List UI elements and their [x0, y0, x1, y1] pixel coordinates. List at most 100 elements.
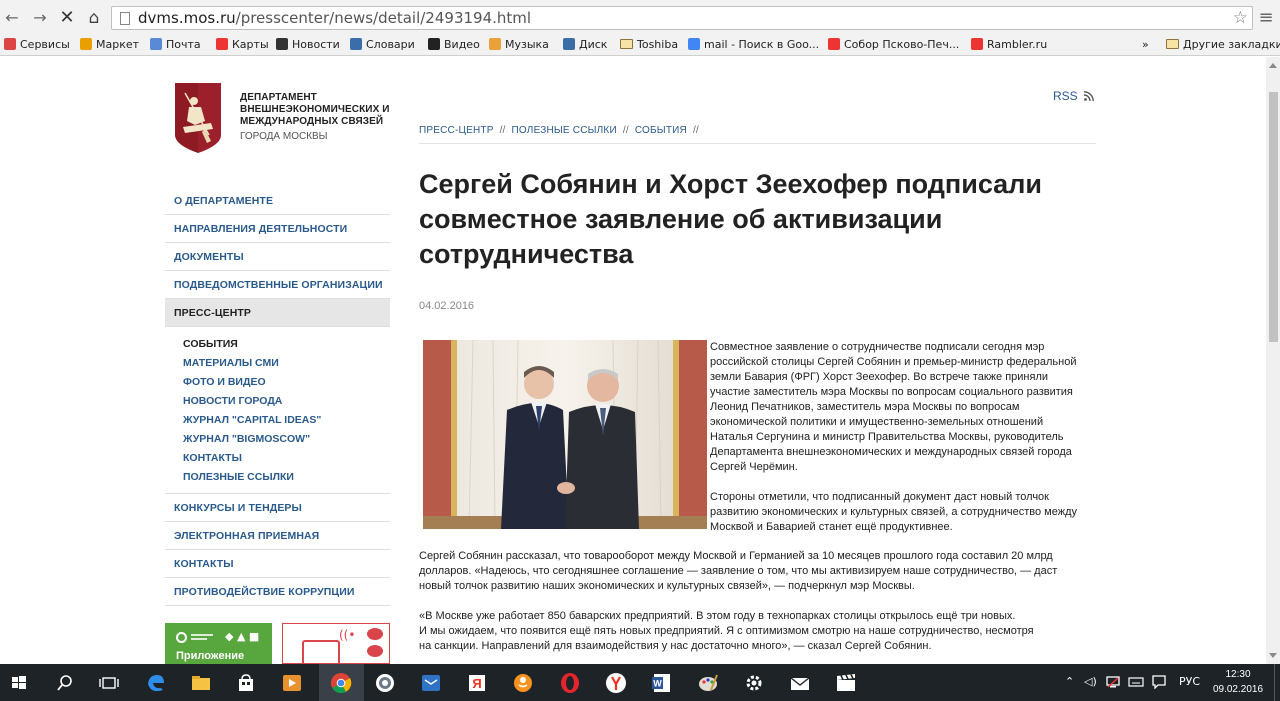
- menu-item-tenders[interactable]: КОНКУРСЫ И ТЕНДЕРЫ: [165, 494, 390, 522]
- bookmark-label: Видео: [444, 38, 480, 51]
- network-icon[interactable]: [1106, 676, 1120, 688]
- url-host: dvms.mos.ru: [138, 9, 236, 27]
- bookmark-item[interactable]: Rambler.ru: [971, 38, 1047, 52]
- scrollbar-thumb[interactable]: [1269, 92, 1278, 342]
- media-player-icon[interactable]: [279, 670, 305, 696]
- other-bookmarks-folder[interactable]: Другие закладки: [1166, 38, 1280, 52]
- mail-icon: [150, 38, 162, 50]
- bookmarks-bar: Сервисы Маркет Почта Карты Новости Словари Вид…: [0, 35, 1280, 56]
- menu-item-organizations[interactable]: ПОДВЕДОМСТВЕННЫЕ ОРГАНИЗАЦИИ: [165, 271, 390, 299]
- bookmark-label: Диск: [579, 38, 608, 51]
- services-banner[interactable]: ((•: [282, 623, 390, 664]
- odnoklassniki-icon[interactable]: [510, 670, 536, 696]
- action-center-icon[interactable]: [1152, 675, 1166, 689]
- moscow-coat-of-arms-logo[interactable]: [175, 83, 221, 153]
- windows-start-icon[interactable]: [6, 670, 32, 696]
- tray-chevron-up-icon[interactable]: ⌃: [1065, 675, 1074, 688]
- forward-arrow-icon[interactable]: →: [30, 8, 50, 28]
- department-name[interactable]: ДЕПАРТАМЕНТ ВНЕШНЕЭКОНОМИЧЕСКИХ И МЕЖДУН…: [240, 92, 390, 128]
- breadcrumb-press-center[interactable]: ПРЕСС-ЦЕНТР: [419, 125, 494, 136]
- app-circle-icon[interactable]: [372, 670, 398, 696]
- breadcrumb-separator: //: [622, 125, 629, 136]
- text-line: «В Москве уже работает 850 баварских пре…: [419, 610, 1016, 622]
- menu-item-press-center[interactable]: ПРЕСС-ЦЕНТР: [165, 299, 390, 327]
- menu-icon[interactable]: ≡: [1256, 8, 1276, 28]
- bookmark-item[interactable]: Музыка: [489, 38, 549, 52]
- menu-item-directions[interactable]: НАПРАВЛЕНИЯ ДЕЯТЕЛЬНОСТИ: [165, 215, 390, 243]
- bookmark-item[interactable]: Собор Псково-Печ...: [828, 38, 959, 52]
- bookmark-item[interactable]: Словари: [350, 38, 415, 52]
- dept-name-line: МЕЖДУНАРОДНЫХ СВЯЗЕЙ: [240, 116, 384, 127]
- menu-item-contacts[interactable]: КОНТАКТЫ: [165, 550, 390, 578]
- bookmark-item[interactable]: Маркет: [80, 38, 139, 52]
- search-icon[interactable]: [52, 670, 78, 696]
- movie-maker-icon[interactable]: [833, 670, 859, 696]
- page-icon: [120, 12, 130, 25]
- yandex-icon[interactable]: Я: [464, 670, 490, 696]
- submenu-item-contacts[interactable]: КОНТАКТЫ: [183, 449, 390, 468]
- submenu-item-useful-links[interactable]: ПОЛЕЗНЫЕ ССЫЛКИ: [183, 468, 390, 487]
- menu-item-e-reception[interactable]: ЭЛЕКТРОННАЯ ПРИЕМНАЯ: [165, 522, 390, 550]
- volume-icon[interactable]: ◁): [1084, 675, 1097, 688]
- folder-icon: [1166, 39, 1179, 49]
- scroll-up-arrow-icon[interactable]: [1269, 63, 1277, 68]
- bookmark-item[interactable]: Диск: [563, 38, 607, 52]
- breadcrumb-useful-links[interactable]: ПОЛЕЗНЫЕ ССЫЛКИ: [512, 125, 617, 136]
- bookmark-item[interactable]: Почта: [150, 38, 201, 52]
- bookmark-item[interactable]: Новости: [276, 38, 340, 52]
- paint-icon[interactable]: [695, 670, 721, 696]
- input-language[interactable]: РУС: [1179, 675, 1200, 688]
- bookmark-item[interactable]: Видео: [428, 38, 480, 52]
- mail-envelope-icon[interactable]: [787, 670, 813, 696]
- dept-name-line: ВНЕШНЕЭКОНОМИЧЕСКИХ И: [240, 104, 390, 115]
- video-icon: [428, 38, 440, 50]
- address-bar[interactable]: dvms.mos.ru/presscenter/news/detail/2493…: [111, 6, 1253, 30]
- opera-icon[interactable]: [557, 670, 583, 696]
- rss-icon: [1083, 91, 1094, 102]
- department-city: ГОРОДА МОСКВЫ: [240, 131, 328, 142]
- submenu-item-events[interactable]: СОБЫТИЯ: [183, 335, 390, 354]
- submenu-item-media[interactable]: МАТЕРИАЛЫ СМИ: [183, 354, 390, 373]
- bookmark-label: Музыка: [505, 38, 549, 51]
- file-explorer-icon[interactable]: [188, 670, 214, 696]
- submenu-item-photo-video[interactable]: ФОТО И ВИДЕО: [183, 373, 390, 392]
- submenu-item-bigmoscow[interactable]: ЖУРНАЛ "BIGMOSCOW": [183, 430, 390, 449]
- home-icon[interactable]: ⌂: [84, 8, 104, 28]
- word-icon[interactable]: W: [649, 670, 675, 696]
- dept-name-line: ДЕПАРТАМЕНТ: [240, 92, 317, 103]
- more-bookmarks-button[interactable]: »: [1142, 38, 1149, 52]
- show-desktop-button[interactable]: [1274, 664, 1275, 701]
- bookmark-item[interactable]: mail - Поиск в Goo...: [688, 38, 819, 52]
- settings-gear-icon[interactable]: [741, 670, 767, 696]
- bookmark-item[interactable]: Toshiba: [620, 38, 678, 52]
- scroll-down-arrow-icon[interactable]: [1269, 653, 1277, 658]
- submenu-item-city-news[interactable]: НОВОСТИ ГОРОДА: [183, 392, 390, 411]
- other-bookmarks-label: Другие закладки: [1183, 38, 1280, 51]
- system-clock[interactable]: 12:30 09.02.2016: [1212, 667, 1264, 697]
- yandex-browser-icon[interactable]: [603, 670, 629, 696]
- edge-browser-icon[interactable]: [143, 670, 169, 696]
- bookmark-item[interactable]: Карты: [216, 38, 269, 52]
- keyboard-icon[interactable]: [1128, 677, 1144, 687]
- rss-link[interactable]: RSS: [1053, 89, 1094, 103]
- menu-item-documents[interactable]: ДОКУМЕНТЫ: [165, 243, 390, 271]
- task-view-icon[interactable]: [96, 670, 122, 696]
- app-banner[interactable]: ◆ ▲ ■ Приложение: [165, 623, 272, 664]
- menu-item-anti-corruption[interactable]: ПРОТИВОДЕЙСТВИЕ КОРРУПЦИИ: [165, 578, 390, 606]
- menu-item-about[interactable]: О ДЕПАРТАМЕНТЕ: [165, 187, 390, 215]
- submenu-item-capital-ideas[interactable]: ЖУРНАЛ "CAPITAL IDEAS": [183, 411, 390, 430]
- page-scrollbar[interactable]: [1266, 57, 1280, 664]
- press-center-submenu: СОБЫТИЯ МАТЕРИАЛЫ СМИ ФОТО И ВИДЕО НОВОС…: [165, 327, 390, 494]
- article-photo[interactable]: [423, 340, 707, 529]
- platform-icons: ◆ ▲ ■: [225, 630, 260, 643]
- breadcrumb-events[interactable]: СОБЫТИЯ: [635, 125, 687, 136]
- chrome-icon[interactable]: [328, 670, 354, 696]
- mail-app-icon[interactable]: [418, 670, 444, 696]
- stop-loading-icon[interactable]: ✕: [57, 8, 77, 28]
- store-icon[interactable]: [233, 670, 259, 696]
- back-arrow-icon[interactable]: ←: [2, 8, 22, 28]
- bookmark-star-icon[interactable]: ☆: [1233, 7, 1248, 29]
- text-line: экономической политики и имущественно-зе…: [710, 416, 1044, 428]
- bookmark-item[interactable]: Сервисы: [4, 38, 70, 52]
- sidebar-menu: О ДЕПАРТАМЕНТЕ НАПРАВЛЕНИЯ ДЕЯТЕЛЬНОСТИ …: [165, 187, 390, 606]
